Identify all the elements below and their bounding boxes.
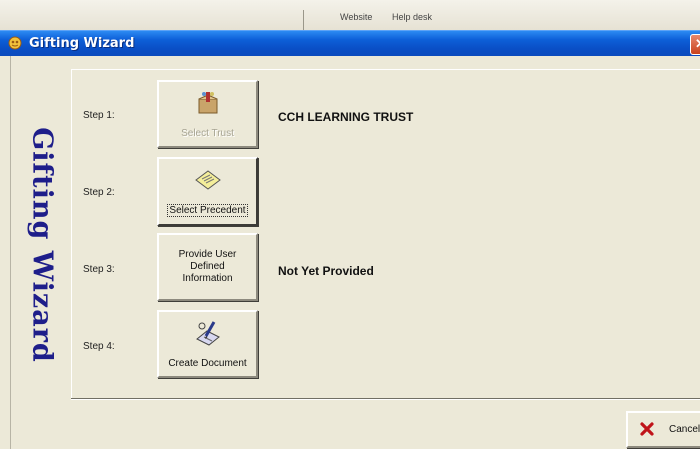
steps-panel: Step 1: Select Trust CCH LEARNING TRUST …: [71, 69, 700, 399]
close-button[interactable]: ✕: [690, 34, 700, 55]
trust-box-icon: [198, 92, 217, 114]
cancel-button[interactable]: Cancel: [626, 411, 700, 448]
step-1-status: CCH LEARNING TRUST: [278, 110, 414, 124]
red-x-icon: [640, 422, 654, 436]
step-3-status: Not Yet Provided: [278, 264, 374, 278]
wizard-window-body: Gifting Wizard Step 1: Select Trust CCH …: [0, 56, 700, 449]
cancel-label: Cancel: [669, 424, 700, 435]
gift-app-icon: [8, 36, 22, 50]
window-left-edge: [10, 56, 11, 449]
select-trust-button[interactable]: Select Trust: [157, 80, 258, 148]
pen-document-icon: [195, 321, 220, 346]
bg-toolbar-label-helpdesk: Help desk: [392, 12, 433, 22]
document-icon: [194, 170, 221, 190]
sidebar-banner: Gifting Wizard: [12, 127, 72, 363]
window-title: Gifting Wizard: [29, 36, 135, 51]
step-2-label: Step 2:: [83, 187, 115, 198]
background-app-toolbar: Website Help desk: [0, 0, 700, 30]
provide-user-info-button[interactable]: Provide User Defined Information: [157, 233, 258, 301]
step-1-label: Step 1:: [83, 110, 115, 121]
create-document-button[interactable]: Create Document: [157, 310, 258, 378]
sidebar-title: Gifting Wizard: [26, 127, 58, 363]
panel-bottom-rule: [71, 398, 700, 400]
select-trust-label: Select Trust: [181, 128, 234, 139]
select-precedent-button[interactable]: Select Precedent: [157, 157, 258, 226]
select-precedent-label: Select Precedent: [167, 204, 248, 217]
provide-user-info-label: Provide User Defined Information: [178, 249, 237, 284]
create-document-label: Create Document: [168, 358, 247, 369]
step-3-label: Step 3:: [83, 264, 115, 275]
toolbar-separator: [303, 10, 304, 30]
bg-toolbar-label-website: Website: [340, 12, 373, 22]
close-icon: ✕: [695, 36, 700, 51]
step-4-label: Step 4:: [83, 341, 115, 352]
window-title-bar[interactable]: Gifting Wizard ✕: [0, 30, 700, 56]
